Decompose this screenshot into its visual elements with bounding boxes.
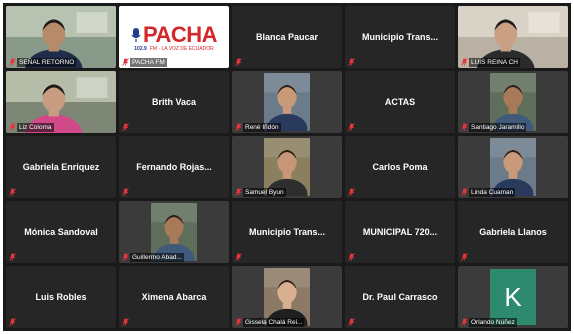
participant-tile-ren-i-d-n[interactable]: René Iñdón bbox=[232, 71, 342, 133]
muted-microphone-icon bbox=[461, 318, 468, 326]
participant-name: Gabriela Enriquez bbox=[22, 162, 100, 172]
participant-name: Municipio Trans... bbox=[361, 32, 438, 42]
participant-label: Guillermo Abad... bbox=[130, 253, 184, 262]
participant-label: Gissela Chalá Rei... bbox=[243, 318, 305, 327]
participant-name: ACTAS bbox=[384, 97, 416, 107]
participant-tile-municipio-trans[interactable]: Municipio Trans... bbox=[345, 6, 455, 68]
participant-label: LUIS REINA CH bbox=[469, 58, 520, 67]
participant-tile-pacha-fm[interactable]: PACHA 102.9 FM · LA VOZ DE ECUADOR PACHA FM bbox=[119, 6, 229, 68]
muted-microphone-icon bbox=[348, 58, 355, 66]
logo-frequency: 102.9 bbox=[134, 46, 147, 52]
muted-microphone-icon bbox=[122, 123, 129, 131]
participant-label: Liz Coloma bbox=[17, 123, 54, 132]
muted-microphone-icon bbox=[235, 318, 242, 326]
muted-microphone-icon bbox=[122, 188, 129, 196]
participant-tile-luis-robles[interactable]: Luis Robles bbox=[6, 266, 116, 328]
muted-microphone-icon bbox=[461, 253, 468, 261]
participant-tile-dr-paul-carrasco[interactable]: Dr. Paul Carrasco bbox=[345, 266, 455, 328]
participant-tile-gabriela-enriquez[interactable]: Gabriela Enriquez bbox=[6, 136, 116, 198]
muted-microphone-icon bbox=[348, 188, 355, 196]
logo-tagline: FM · LA VOZ DE ECUADOR bbox=[149, 46, 214, 52]
participant-name: Gabriela Llanos bbox=[479, 227, 547, 237]
muted-microphone-icon bbox=[348, 318, 355, 326]
participant-name: Mónica Sandoval bbox=[24, 227, 98, 237]
participant-tile-santiago-jaramillo[interactable]: Santiago Jaramillo bbox=[458, 71, 568, 133]
muted-microphone-icon bbox=[235, 123, 242, 131]
muted-microphone-icon bbox=[348, 253, 355, 261]
participant-name: Carlos Poma bbox=[372, 162, 428, 172]
participant-name: Luis Robles bbox=[35, 292, 87, 302]
participant-name: Fernando Rojas... bbox=[136, 162, 212, 172]
participant-tile-samuel-byun[interactable]: Samuel Byun bbox=[232, 136, 342, 198]
participant-label: Orlando Núñez bbox=[469, 318, 517, 327]
participant-tile-linda-cuaman[interactable]: Linda Cuaman bbox=[458, 136, 568, 198]
participant-label: PACHA FM bbox=[130, 58, 167, 67]
muted-microphone-icon bbox=[461, 58, 468, 66]
participant-tile-gabriela-llanos[interactable]: Gabriela Llanos bbox=[458, 201, 568, 263]
participant-gallery: SEÑAL RETORNO PACHA 102.9 FM · LA VOZ DE EC… bbox=[3, 3, 571, 331]
participant-label: René Iñdón bbox=[243, 123, 281, 132]
muted-microphone-icon bbox=[461, 188, 468, 196]
muted-microphone-icon bbox=[122, 58, 129, 66]
participant-tile-carlos-poma[interactable]: Carlos Poma bbox=[345, 136, 455, 198]
participant-tile-brith-vaca[interactable]: Brith Vaca bbox=[119, 71, 229, 133]
muted-microphone-icon bbox=[9, 188, 16, 196]
muted-microphone-icon bbox=[122, 318, 129, 326]
participant-tile-municipal-720[interactable]: MUNICIPAL 720... bbox=[345, 201, 455, 263]
participant-name: MUNICIPAL 720... bbox=[362, 227, 438, 237]
participant-tile-luis-reina-ch[interactable]: LUIS REINA CH bbox=[458, 6, 568, 68]
participant-tile-ximena-abarca[interactable]: Ximena Abarca bbox=[119, 266, 229, 328]
participant-name: Ximena Abarca bbox=[141, 292, 207, 302]
muted-microphone-icon bbox=[348, 123, 355, 131]
muted-microphone-icon bbox=[235, 58, 242, 66]
participant-tile-municipio-trans[interactable]: Municipio Trans... bbox=[232, 201, 342, 263]
participant-tile-orlando-n-ez[interactable]: K Orlando Núñez bbox=[458, 266, 568, 328]
participant-tile-se-al-retorno[interactable]: SEÑAL RETORNO bbox=[6, 6, 116, 68]
participant-label: SEÑAL RETORNO bbox=[17, 58, 77, 67]
participant-tile-actas[interactable]: ACTAS bbox=[345, 71, 455, 133]
avatar: K bbox=[490, 269, 536, 325]
participant-tile-liz-coloma[interactable]: Liz Coloma bbox=[6, 71, 116, 133]
muted-microphone-icon bbox=[122, 253, 129, 261]
participant-label: Linda Cuaman bbox=[469, 188, 516, 197]
participant-label: Santiago Jaramillo bbox=[469, 123, 527, 132]
participant-name: Dr. Paul Carrasco bbox=[362, 292, 438, 302]
muted-microphone-icon bbox=[9, 318, 16, 326]
microphone-icon bbox=[131, 27, 141, 43]
participant-name: Blanca Paucar bbox=[255, 32, 319, 42]
logo-brand: PACHA bbox=[142, 22, 218, 47]
participant-name: Municipio Trans... bbox=[248, 227, 325, 237]
participant-name: Brith Vaca bbox=[151, 97, 197, 107]
participant-tile-gissela-chal-rei[interactable]: Gissela Chalá Rei... bbox=[232, 266, 342, 328]
muted-microphone-icon bbox=[235, 188, 242, 196]
participant-label: Samuel Byun bbox=[243, 188, 286, 197]
muted-microphone-icon bbox=[9, 123, 16, 131]
muted-microphone-icon bbox=[9, 253, 16, 261]
muted-microphone-icon bbox=[461, 123, 468, 131]
muted-microphone-icon bbox=[235, 253, 242, 261]
participant-tile-m-nica-sandoval[interactable]: Mónica Sandoval bbox=[6, 201, 116, 263]
muted-microphone-icon bbox=[9, 58, 16, 66]
participant-tile-fernando-rojas[interactable]: Fernando Rojas... bbox=[119, 136, 229, 198]
participant-tile-blanca-paucar[interactable]: Blanca Paucar bbox=[232, 6, 342, 68]
participant-tile-guillermo-abad[interactable]: Guillermo Abad... bbox=[119, 201, 229, 263]
